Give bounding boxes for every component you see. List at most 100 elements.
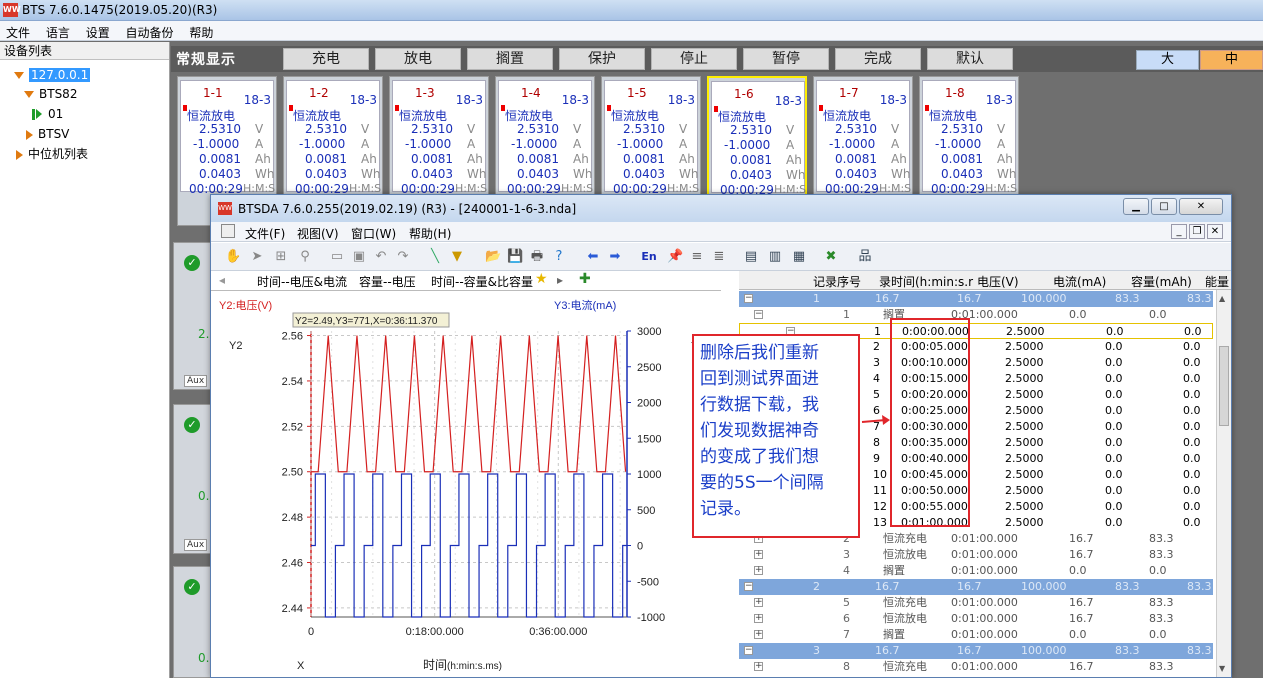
zoom-icon[interactable]: ⚲ bbox=[297, 249, 313, 265]
channel-card-body[interactable]: 1-2 18-3 恒流放电 2.5310 V -1.0000 A 0.0081 Ah 0.0403… bbox=[286, 80, 381, 196]
btsda-menu-file[interactable]: 文件(F) bbox=[245, 225, 285, 242]
pointer-icon[interactable]: ➤ bbox=[249, 249, 265, 265]
maximize-icon[interactable]: □ bbox=[1151, 198, 1177, 215]
table-group-icon[interactable]: ▦ bbox=[791, 249, 807, 265]
table-row[interactable]: +7 搁置 0:01:00.000 0.0 0.0 bbox=[739, 627, 1213, 643]
collapse-toggle-icon[interactable]: − bbox=[744, 582, 753, 591]
btsda-menu-window[interactable]: 窗口(W) bbox=[351, 225, 396, 242]
expand-toggle-icon[interactable]: + bbox=[754, 614, 763, 623]
expand-toggle-icon[interactable]: + bbox=[754, 630, 763, 639]
table-row[interactable]: +6 恒流放电 0:01:00.000 16.7 83.3 bbox=[739, 611, 1213, 627]
menu-language[interactable]: 语言 bbox=[40, 21, 76, 41]
tree-item-host[interactable]: 127.0.0.1 bbox=[14, 66, 91, 84]
chart-svg[interactable]: Y2:电压(V) Y3:电流(mA) Y2=2.49,Y3=771,X=0:36… bbox=[211, 291, 721, 677]
protect-button[interactable]: 保护 bbox=[559, 48, 645, 70]
scroll-thumb[interactable] bbox=[1219, 346, 1229, 426]
menu-help[interactable]: 帮助 bbox=[183, 21, 219, 41]
table-row[interactable]: −1 搁置 0:01:00.000 0.0 0.0 bbox=[739, 307, 1213, 323]
layout-icon[interactable]: 品 bbox=[857, 249, 873, 265]
table-scrollbar[interactable]: ▲ ▼ bbox=[1216, 290, 1231, 677]
pin-icon[interactable]: 📌 bbox=[667, 249, 683, 265]
table-row[interactable]: +3 恒流放电 0:01:00.000 16.7 83.3 bbox=[739, 547, 1213, 563]
table-row[interactable]: +4 搁置 0:01:00.000 0.0 0.0 bbox=[739, 563, 1213, 579]
tab-time-voltage-current[interactable]: 时间--电压&电流 bbox=[257, 273, 347, 290]
zoom-box-icon[interactable]: ⊞ bbox=[273, 249, 289, 265]
col-header-current[interactable]: 电流(mA) bbox=[1053, 273, 1106, 290]
screen-icon[interactable]: ▭ bbox=[329, 249, 345, 265]
table-row[interactable]: − 3 16.7 16.7 100.000 83.3 83.3 bbox=[739, 643, 1213, 659]
stop-button[interactable]: 停止 bbox=[651, 48, 737, 70]
collapsed-triangle-icon[interactable] bbox=[26, 129, 33, 140]
table-row[interactable]: − 2 16.7 16.7 100.000 83.3 83.3 bbox=[739, 579, 1213, 595]
language-en-icon[interactable]: En bbox=[641, 249, 657, 265]
align-alt-icon[interactable]: ≣ bbox=[711, 249, 727, 265]
rest-button[interactable]: 搁置 bbox=[467, 48, 553, 70]
charge-button[interactable]: 充电 bbox=[283, 48, 369, 70]
expand-toggle-icon[interactable]: + bbox=[754, 566, 763, 575]
table-icon[interactable]: ▤ bbox=[743, 249, 759, 265]
collapse-toggle-icon[interactable]: − bbox=[744, 646, 753, 655]
child-minimize-icon[interactable]: _ bbox=[1171, 224, 1187, 239]
col-header-record-no[interactable]: 记录序号 bbox=[813, 273, 861, 290]
menu-auto-backup[interactable]: 自动备份 bbox=[120, 21, 180, 41]
child-close-icon[interactable]: ✕ bbox=[1207, 224, 1223, 239]
help-icon[interactable]: ? bbox=[551, 249, 567, 265]
redo-icon[interactable]: ↷ bbox=[395, 249, 411, 265]
table-row[interactable]: +8 恒流充电 0:01:00.000 16.7 83.3 bbox=[739, 659, 1213, 675]
col-header-time[interactable]: 录时间(h:min:s.r bbox=[879, 273, 973, 290]
expand-toggle-icon[interactable]: + bbox=[754, 598, 763, 607]
finish-button[interactable]: 完成 bbox=[835, 48, 921, 70]
col-header-voltage[interactable]: 电压(V) bbox=[977, 273, 1019, 290]
tab-scroll-left-icon[interactable]: ◂ bbox=[219, 273, 225, 287]
expanded-triangle-icon[interactable] bbox=[24, 91, 34, 98]
channel-card-body[interactable]: 1-8 18-3 恒流放电 2.5310 V -1.0000 A 0.0081 Ah 0.0403… bbox=[922, 80, 1017, 196]
channel-card-body[interactable]: 1-1 18-3 恒流放电 2.5310 V -1.0000 A 0.0081 Ah 0.0403… bbox=[180, 80, 275, 196]
tab-time-capacity[interactable]: 时间--容量&比容量 bbox=[431, 273, 533, 290]
hand-icon[interactable]: ✋ bbox=[225, 249, 241, 265]
minimize-icon[interactable]: ▁ bbox=[1123, 198, 1149, 215]
size-large-button[interactable]: 大 bbox=[1136, 50, 1199, 70]
default-button[interactable]: 默认 bbox=[927, 48, 1013, 70]
arrow-right-icon[interactable]: ➡ bbox=[607, 249, 623, 265]
table-detail-icon[interactable]: ▥ bbox=[767, 249, 783, 265]
line-icon[interactable]: ╲ bbox=[427, 249, 443, 265]
expand-toggle-icon[interactable]: + bbox=[754, 662, 763, 671]
btsda-menu-view[interactable]: 视图(V) bbox=[297, 225, 339, 242]
tab-scroll-right-icon[interactable]: ▸ bbox=[557, 273, 563, 287]
menu-file[interactable]: 文件 bbox=[0, 21, 36, 41]
channel-card-body[interactable]: 1-6 18-3 恒流放电 2.5310 V -1.0000 A 0.0081 Ah 0.0403… bbox=[711, 81, 806, 197]
collapsed-triangle-icon[interactable] bbox=[16, 149, 23, 160]
add-tab-icon[interactable]: ✚ bbox=[579, 271, 591, 287]
channel-card-body[interactable]: 1-7 18-3 恒流放电 2.5310 V -1.0000 A 0.0081 Ah 0.0403… bbox=[816, 80, 911, 196]
channel-card-body[interactable]: 1-5 18-3 恒流放电 2.5310 V -1.0000 A 0.0081 Ah 0.0403… bbox=[604, 80, 699, 196]
col-header-energy[interactable]: 能量 bbox=[1205, 273, 1229, 290]
expand-toggle-icon[interactable]: − bbox=[754, 310, 763, 319]
child-restore-icon[interactable]: ❐ bbox=[1189, 224, 1205, 239]
scroll-down-icon[interactable]: ▼ bbox=[1219, 664, 1225, 673]
discharge-button[interactable]: 放电 bbox=[375, 48, 461, 70]
scroll-up-icon[interactable]: ▲ bbox=[1219, 294, 1225, 303]
tree-item-middle-machines[interactable]: 中位机列表 bbox=[16, 145, 88, 163]
arrow-left-icon[interactable]: ⬅ bbox=[585, 249, 601, 265]
print-icon[interactable]: 🖶 bbox=[529, 249, 545, 265]
col-header-capacity[interactable]: 容量(mAh) bbox=[1131, 273, 1192, 290]
excel-icon[interactable]: ✖ bbox=[823, 249, 839, 265]
save-icon[interactable]: 💾 bbox=[507, 249, 523, 265]
channel-card-body[interactable]: 1-4 18-3 恒流放电 2.5310 V -1.0000 A 0.0081 Ah 0.0403… bbox=[498, 80, 593, 196]
tree-item-bts82[interactable]: BTS82 bbox=[24, 85, 77, 103]
btsda-menu-help[interactable]: 帮助(H) bbox=[409, 225, 451, 242]
undo-icon[interactable]: ↶ bbox=[373, 249, 389, 265]
tree-item-btsv[interactable]: BTSV bbox=[26, 125, 69, 143]
pause-button[interactable]: 暂停 bbox=[743, 48, 829, 70]
open-folder-icon[interactable]: 📂 bbox=[485, 249, 501, 265]
window-icon[interactable]: ▣ bbox=[351, 249, 367, 265]
tree-item-01[interactable]: 01 bbox=[32, 105, 63, 123]
tab-capacity-voltage[interactable]: 容量--电压 bbox=[359, 273, 416, 290]
collapse-toggle-icon[interactable]: − bbox=[744, 294, 753, 303]
menu-settings[interactable]: 设置 bbox=[80, 21, 116, 41]
expand-toggle-icon[interactable]: + bbox=[754, 550, 763, 559]
channel-card-body[interactable]: 1-3 18-3 恒流放电 2.5310 V -1.0000 A 0.0081 Ah 0.0403… bbox=[392, 80, 487, 196]
table-row[interactable]: − 1 16.7 16.7 100.000 83.3 83.3 bbox=[739, 291, 1213, 307]
align-icon[interactable]: ≡ bbox=[689, 249, 705, 265]
filter-icon[interactable]: ▼ bbox=[449, 249, 465, 265]
